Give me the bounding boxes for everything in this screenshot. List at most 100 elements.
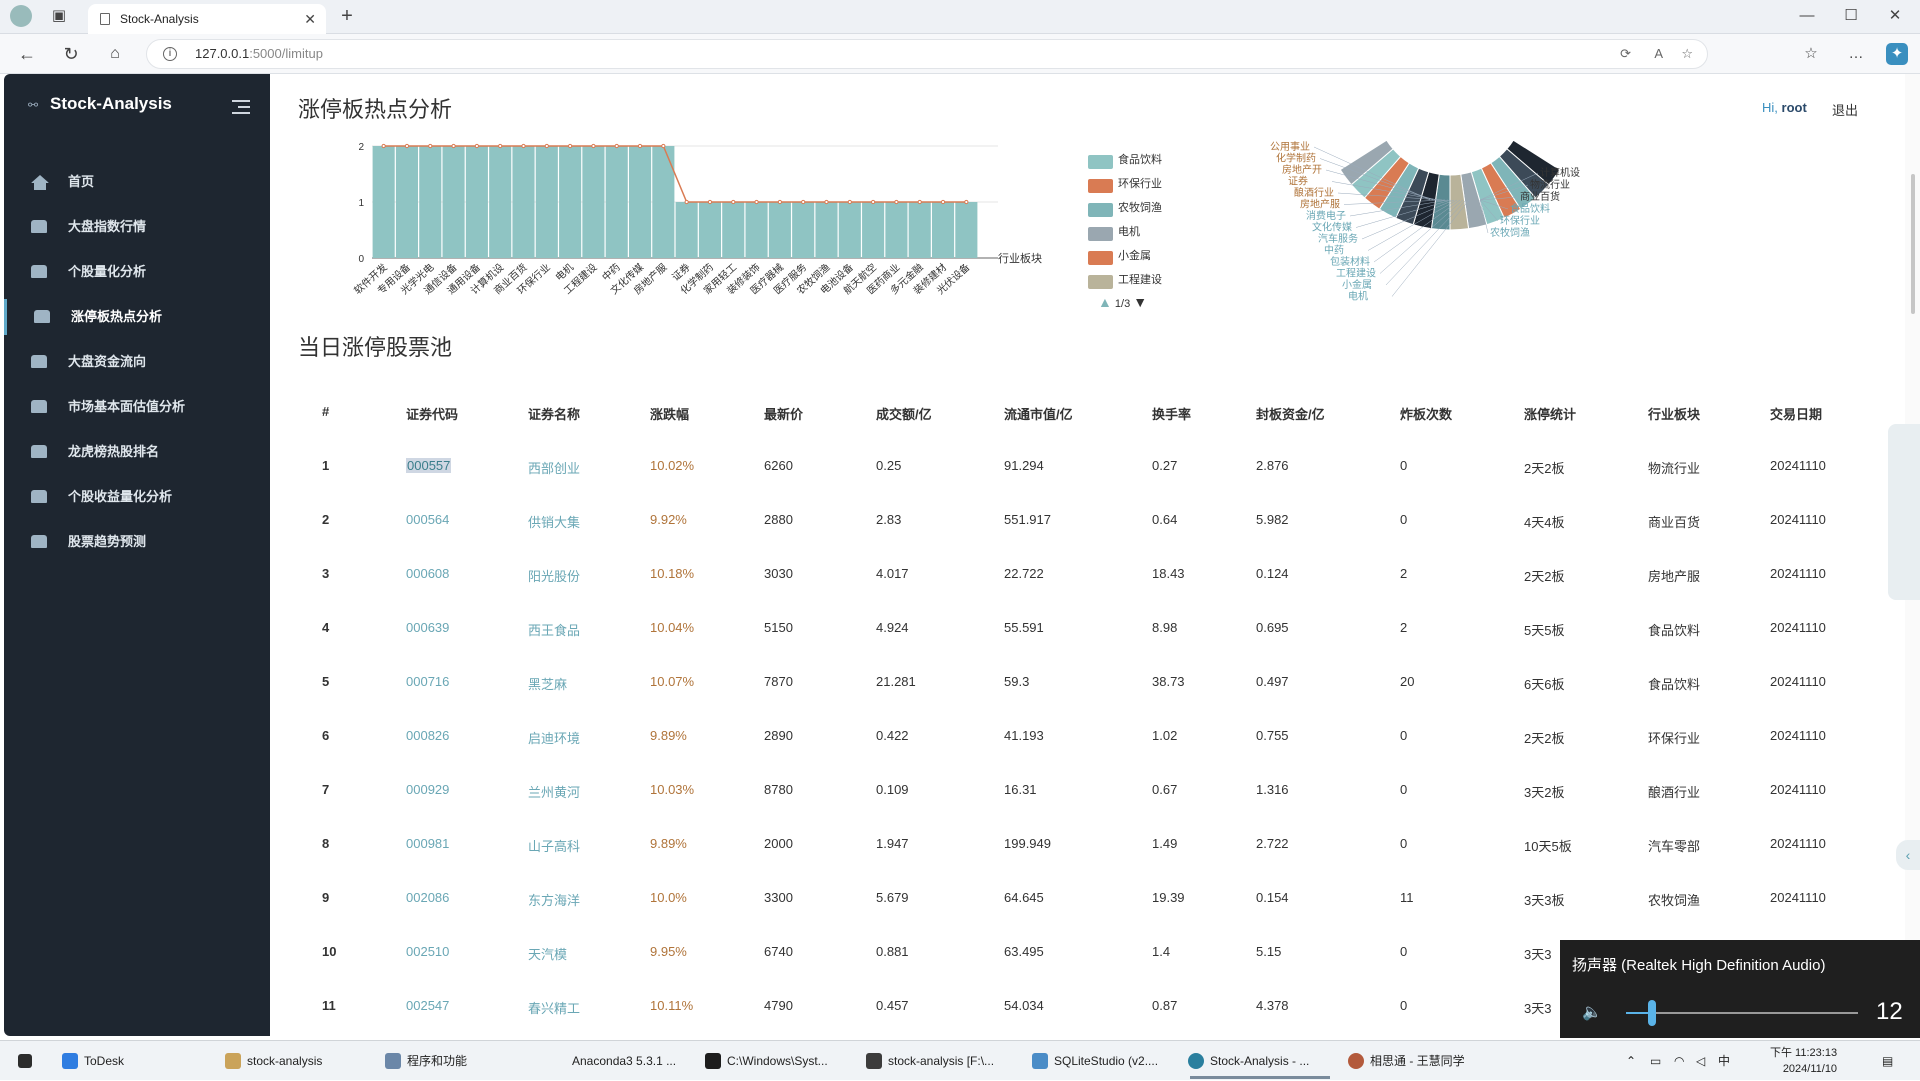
table-row[interactable]: 7 000929 兰州黄河 10.03% 8780 0.109 16.31 0.67 1.316… xyxy=(296,762,1876,816)
address-bar[interactable]: i 127.0.0.1:5000/limitup ⟳ A ☆ xyxy=(146,39,1708,69)
table-cell[interactable]: 000716 xyxy=(406,674,449,689)
table-cell[interactable]: 山子高科 xyxy=(528,836,580,855)
table-cell[interactable]: 东方海洋 xyxy=(528,890,580,909)
table-cell[interactable]: 黑芝麻 xyxy=(528,674,567,693)
system-tray[interactable]: ⌃ ▭ ◠ ◁ 中 xyxy=(1626,1041,1746,1081)
column-header[interactable]: 涨跌幅 xyxy=(650,404,689,423)
network-icon[interactable]: ▭ xyxy=(1650,1041,1661,1081)
new-tab-icon[interactable]: + xyxy=(336,5,358,27)
nav-item-index[interactable]: 大盘指数行情 xyxy=(4,209,270,245)
browser-tab[interactable]: Stock-Analysis ✕ xyxy=(88,4,326,34)
profile-avatar[interactable] xyxy=(10,5,32,27)
column-header[interactable]: 证券名称 xyxy=(528,404,580,423)
favorite-star-icon[interactable]: ☆ xyxy=(1681,40,1693,68)
speaker-icon[interactable]: 🔈 xyxy=(1582,1002,1602,1022)
column-header[interactable]: 成交额/亿 xyxy=(876,404,932,423)
ime-indicator[interactable]: 中 xyxy=(1718,1041,1730,1081)
legend-item[interactable]: 食品饮料 xyxy=(1088,148,1198,172)
legend-item[interactable]: 工程建设 xyxy=(1088,268,1198,292)
taskbar-app-chat[interactable]: 相思通 - 王慧同学 xyxy=(1348,1041,1498,1081)
table-cell[interactable]: 000557 xyxy=(406,458,452,473)
column-header[interactable]: 证券代码 xyxy=(406,404,458,423)
taskbar-app-programs[interactable]: 程序和功能 xyxy=(385,1041,535,1081)
column-header[interactable]: 换手率 xyxy=(1152,404,1191,423)
taskbar-app-folder[interactable]: stock-analysis xyxy=(225,1041,375,1081)
read-aloud-icon[interactable]: A xyxy=(1654,40,1663,68)
table-cell[interactable]: 002547 xyxy=(406,998,449,1013)
back-icon[interactable]: ← xyxy=(16,43,38,65)
table-cell[interactable]: 000639 xyxy=(406,620,449,635)
table-cell[interactable]: 000608 xyxy=(406,566,449,581)
legend-item[interactable]: 环保行业 xyxy=(1088,172,1198,196)
nav-item-fund-flow[interactable]: 大盘资金流向 xyxy=(4,344,270,380)
legend-prev-icon[interactable]: ▲ xyxy=(1098,294,1112,310)
column-header[interactable]: 交易日期 xyxy=(1770,404,1822,423)
table-cell[interactable]: 阳光股份 xyxy=(528,566,580,585)
column-header[interactable]: 行业板块 xyxy=(1648,404,1700,423)
table-cell[interactable]: 002086 xyxy=(406,890,449,905)
site-info-icon[interactable]: i xyxy=(163,47,177,61)
taskbar-app-anaconda[interactable]: Anaconda3 5.3.1 ... xyxy=(550,1041,690,1081)
refresh-icon[interactable]: ↻ xyxy=(60,43,82,65)
brand[interactable]: ⚯ Stock-Analysis xyxy=(28,94,172,114)
nav-item-limitup[interactable]: 涨停板热点分析 xyxy=(4,299,270,335)
table-cell[interactable]: 春兴精工 xyxy=(528,998,580,1017)
maximize-icon[interactable]: ☐ xyxy=(1840,5,1862,27)
clock[interactable]: 下午 11:23:13 2024/11/10 xyxy=(1770,1045,1837,1077)
table-row[interactable]: 3 000608 阳光股份 10.18% 3030 4.017 22.722 18.43 0.1… xyxy=(296,546,1876,600)
tab-actions-icon[interactable]: ▣ xyxy=(48,5,70,27)
volume-slider[interactable] xyxy=(1626,1012,1858,1014)
column-header[interactable]: 封板资金/亿 xyxy=(1256,404,1325,423)
table-cell[interactable]: 000826 xyxy=(406,728,449,743)
table-row[interactable]: 6 000826 启迪环境 9.89% 2890 0.422 41.193 1.02 0.755… xyxy=(296,708,1876,762)
taskbar-app-pycharm[interactable]: stock-analysis [F:\... xyxy=(866,1041,1016,1081)
column-header[interactable]: 流通市值/亿 xyxy=(1004,404,1073,423)
home-browser-icon[interactable]: ⌂ xyxy=(104,43,126,65)
tray-chevron-icon[interactable]: ⌃ xyxy=(1626,1041,1636,1081)
table-cell[interactable]: 兰州黄河 xyxy=(528,782,580,801)
table-row[interactable]: 4 000639 西王食品 10.04% 5150 4.924 55.591 8.98 0.69… xyxy=(296,600,1876,654)
notification-icon[interactable]: ▤ xyxy=(1882,1041,1906,1081)
column-header[interactable]: 最新价 xyxy=(764,404,803,423)
minimize-icon[interactable]: — xyxy=(1796,5,1818,27)
more-icon[interactable]: … xyxy=(1845,43,1867,65)
wifi-icon[interactable]: ◠ xyxy=(1674,1041,1684,1081)
table-cell[interactable]: 002510 xyxy=(406,944,449,959)
taskbar-app-browser[interactable]: Stock-Analysis - ... xyxy=(1188,1041,1338,1081)
table-row[interactable]: 9 002086 东方海洋 10.0% 3300 5.679 64.645 19.39 0.15… xyxy=(296,870,1876,924)
column-header[interactable]: 炸板次数 xyxy=(1400,404,1452,423)
table-cell[interactable]: 天汽模 xyxy=(528,944,567,963)
favorites-icon[interactable]: ☆ xyxy=(1800,43,1822,65)
column-header[interactable]: 涨停统计 xyxy=(1524,404,1576,423)
close-window-icon[interactable]: ✕ xyxy=(1884,5,1906,27)
menu-toggle-icon[interactable] xyxy=(232,100,250,114)
side-expand-icon[interactable]: ‹ xyxy=(1896,840,1920,870)
legend-item[interactable]: 电机 xyxy=(1088,220,1198,244)
copilot-icon[interactable]: ✦ xyxy=(1886,43,1908,65)
table-cell[interactable]: 西王食品 xyxy=(528,620,580,639)
nav-item-dragon-tiger[interactable]: 龙虎榜热股排名 xyxy=(4,434,270,470)
table-cell[interactable]: 000929 xyxy=(406,782,449,797)
translate-icon[interactable]: ⟳ xyxy=(1620,40,1631,68)
start-button[interactable] xyxy=(14,1041,38,1081)
nav-item-returns[interactable]: 个股收益量化分析 xyxy=(4,479,270,515)
side-toolbar[interactable] xyxy=(1888,424,1920,600)
table-row[interactable]: 8 000981 山子高科 9.89% 2000 1.947 199.949 1.49 2.72… xyxy=(296,816,1876,870)
nav-item-stock-quant[interactable]: 个股量化分析 xyxy=(4,254,270,290)
table-cell[interactable]: 西部创业 xyxy=(528,458,580,477)
table-row[interactable]: 5 000716 黑芝麻 10.07% 7870 21.281 59.3 38.73 0.497… xyxy=(296,654,1876,708)
table-row[interactable]: 1 000557 西部创业 10.02% 6260 0.25 91.294 0.27 2.876… xyxy=(296,438,1876,492)
nav-item-valuation[interactable]: 市场基本面估值分析 xyxy=(4,389,270,425)
logout-link[interactable]: 退出 xyxy=(1832,100,1858,119)
volume-slider-thumb[interactable] xyxy=(1648,1000,1656,1026)
nav-item-prediction[interactable]: 股票趋势预测 xyxy=(4,524,270,560)
taskbar-app-cmd[interactable]: C:\Windows\Syst... xyxy=(705,1041,855,1081)
legend-item[interactable]: 农牧饲渔 xyxy=(1088,196,1198,220)
table-row[interactable]: 2 000564 供销大集 9.92% 2880 2.83 551.917 0.64 5.982… xyxy=(296,492,1876,546)
table-cell[interactable]: 供销大集 xyxy=(528,512,580,531)
tray-volume-icon[interactable]: ◁ xyxy=(1696,1041,1705,1081)
table-cell[interactable]: 000981 xyxy=(406,836,449,851)
taskbar-app-todesk[interactable]: ToDesk xyxy=(62,1041,202,1081)
close-tab-icon[interactable]: ✕ xyxy=(304,4,316,34)
taskbar-app-sqlitestudio[interactable]: SQLiteStudio (v2.... xyxy=(1032,1041,1182,1081)
